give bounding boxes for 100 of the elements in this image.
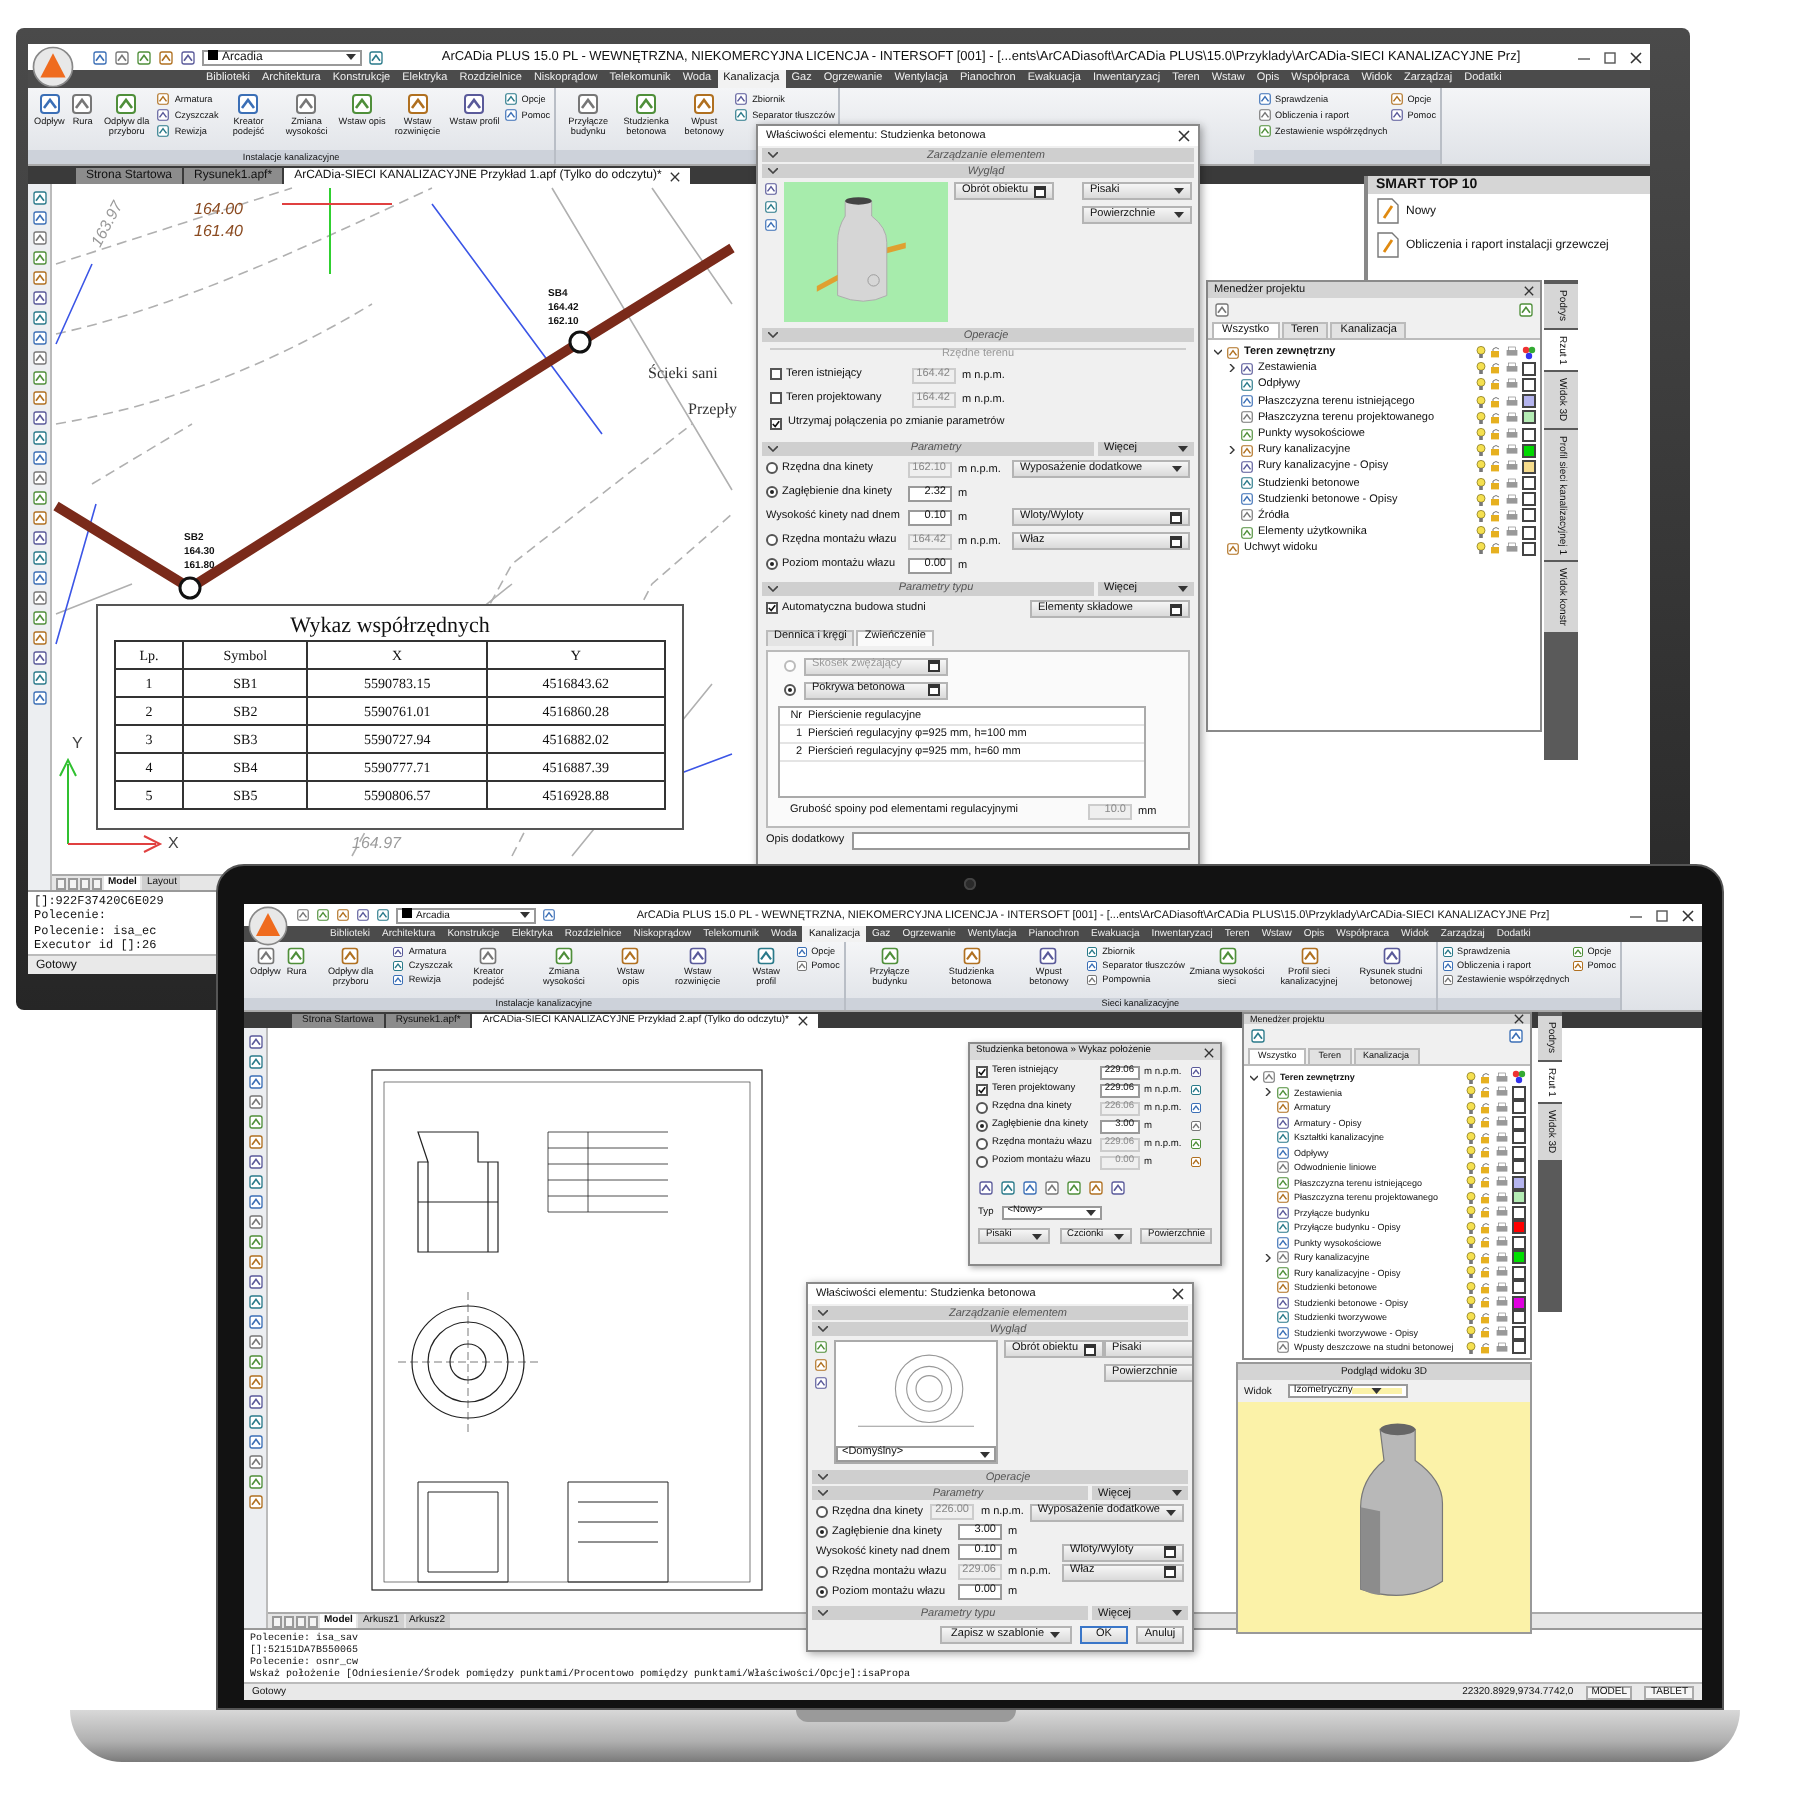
tool-icon	[961, 946, 982, 966]
tool-icon	[114, 49, 130, 65]
tool-icon	[478, 946, 499, 966]
layer-color-swatch[interactable]	[1522, 508, 1536, 523]
checkbox[interactable]	[766, 602, 778, 615]
layer-color-swatch[interactable]	[1512, 1325, 1526, 1340]
document-icon	[1376, 232, 1400, 258]
layer-color-swatch[interactable]	[1512, 1160, 1526, 1175]
window-icon	[1170, 535, 1182, 547]
layer-color-swatch[interactable]	[1512, 1265, 1526, 1280]
layer-color-swatch[interactable]	[1512, 1085, 1526, 1100]
layer-color-swatch[interactable]	[1522, 377, 1536, 392]
tool-icon	[978, 1180, 994, 1196]
dropdown-arrow-icon	[346, 54, 356, 60]
radio-button[interactable]	[816, 1505, 828, 1518]
tool-icon	[1110, 1180, 1126, 1196]
tool-icon	[31, 430, 47, 446]
checkbox[interactable]	[976, 1084, 988, 1096]
printer-icon	[1506, 395, 1518, 408]
tool-icon	[814, 1376, 828, 1390]
printer-icon	[1506, 346, 1518, 359]
close-icon	[1178, 130, 1190, 142]
layer-color-swatch[interactable]	[1512, 1115, 1526, 1130]
window-icon	[1084, 1343, 1097, 1355]
tool-icon	[687, 946, 708, 966]
layer-color-swatch[interactable]	[1512, 1310, 1526, 1325]
radio-button[interactable]	[976, 1102, 988, 1114]
tool-icon	[1190, 1084, 1202, 1096]
layer-color-swatch[interactable]	[1522, 410, 1536, 425]
layer-color-swatch[interactable]	[1512, 1250, 1526, 1265]
layer-color-swatch[interactable]	[1522, 361, 1536, 376]
radio-button[interactable]	[816, 1565, 828, 1578]
tool-icon	[247, 1274, 263, 1290]
radio-button[interactable]	[766, 558, 778, 571]
layer-color-swatch[interactable]	[1512, 1100, 1526, 1115]
radio-button[interactable]	[976, 1156, 988, 1168]
layer-color-swatch[interactable]	[1522, 427, 1536, 442]
bulb-icon	[1476, 509, 1486, 522]
tool-icon	[368, 49, 384, 65]
lock-icon	[1490, 362, 1502, 375]
elevation-label: 161.40	[194, 222, 243, 240]
radio-button[interactable]	[766, 462, 778, 475]
layer-color-swatch[interactable]	[1512, 1340, 1526, 1355]
tool-icon	[247, 1414, 263, 1430]
printer-icon	[1506, 428, 1518, 441]
bulb-icon	[1476, 362, 1486, 375]
layer-color-swatch[interactable]	[1522, 394, 1536, 409]
tool-icon	[576, 92, 601, 116]
tool-icon	[247, 1054, 263, 1070]
bulb-icon	[1476, 346, 1486, 359]
chevron-icon	[818, 1610, 828, 1616]
elevation-label: 164.97	[352, 834, 401, 852]
tool-icon	[247, 1194, 263, 1210]
radio-button[interactable]	[976, 1138, 988, 1150]
tool-icon	[31, 290, 47, 306]
layer-color-swatch[interactable]	[1522, 459, 1536, 474]
tool-icon	[136, 49, 152, 65]
layer-color-swatch[interactable]	[1512, 1235, 1526, 1250]
radio-button[interactable]	[766, 534, 778, 547]
radio-button[interactable]	[816, 1525, 828, 1538]
layer-color-swatch[interactable]	[1522, 525, 1536, 540]
tool-icon	[1190, 1120, 1202, 1132]
bulb-icon	[1476, 460, 1486, 473]
annotation-text: Przepły	[688, 400, 737, 418]
radio-button[interactable]	[816, 1585, 828, 1598]
checkbox[interactable]	[770, 417, 782, 429]
layer-color-swatch[interactable]	[1512, 1280, 1526, 1295]
layer-color-swatch[interactable]	[1522, 541, 1536, 556]
layer-color-swatch[interactable]	[1512, 1175, 1526, 1190]
tool-icon	[247, 1394, 263, 1410]
layer-color-swatch[interactable]	[1512, 1205, 1526, 1220]
dropdown-arrow-icon	[1178, 585, 1188, 591]
checkbox[interactable]	[770, 392, 782, 405]
input-field[interactable]	[852, 831, 1190, 849]
printer-icon	[1506, 542, 1518, 555]
layer-color-swatch[interactable]	[1522, 476, 1536, 491]
close-icon	[1514, 1014, 1524, 1024]
checkbox[interactable]	[770, 368, 782, 381]
palette-icon	[1512, 1070, 1526, 1085]
tool-icon	[294, 92, 319, 116]
tool-icon	[236, 92, 261, 116]
layer-color-swatch[interactable]	[1512, 1190, 1526, 1205]
radio-button[interactable]	[766, 486, 778, 499]
radio-button[interactable]	[784, 684, 796, 696]
layer-color-swatch[interactable]	[1512, 1145, 1526, 1160]
lock-icon	[1490, 542, 1502, 555]
radio-button[interactable]	[976, 1120, 988, 1132]
layer-color-swatch[interactable]	[1512, 1220, 1526, 1235]
window-icon	[928, 660, 940, 672]
layer-color-swatch[interactable]	[1522, 443, 1536, 458]
layer-color-swatch[interactable]	[1522, 492, 1536, 507]
tool-icon	[764, 218, 778, 232]
dropdown-arrow-icon	[520, 912, 530, 918]
tool-icon	[1088, 1180, 1104, 1196]
tool-icon	[31, 610, 47, 626]
layer-color-swatch[interactable]	[1512, 1130, 1526, 1145]
checkbox[interactable]	[976, 1066, 988, 1078]
tool-icon	[31, 630, 47, 646]
tool-icon	[764, 200, 778, 214]
layer-color-swatch[interactable]	[1512, 1295, 1526, 1310]
